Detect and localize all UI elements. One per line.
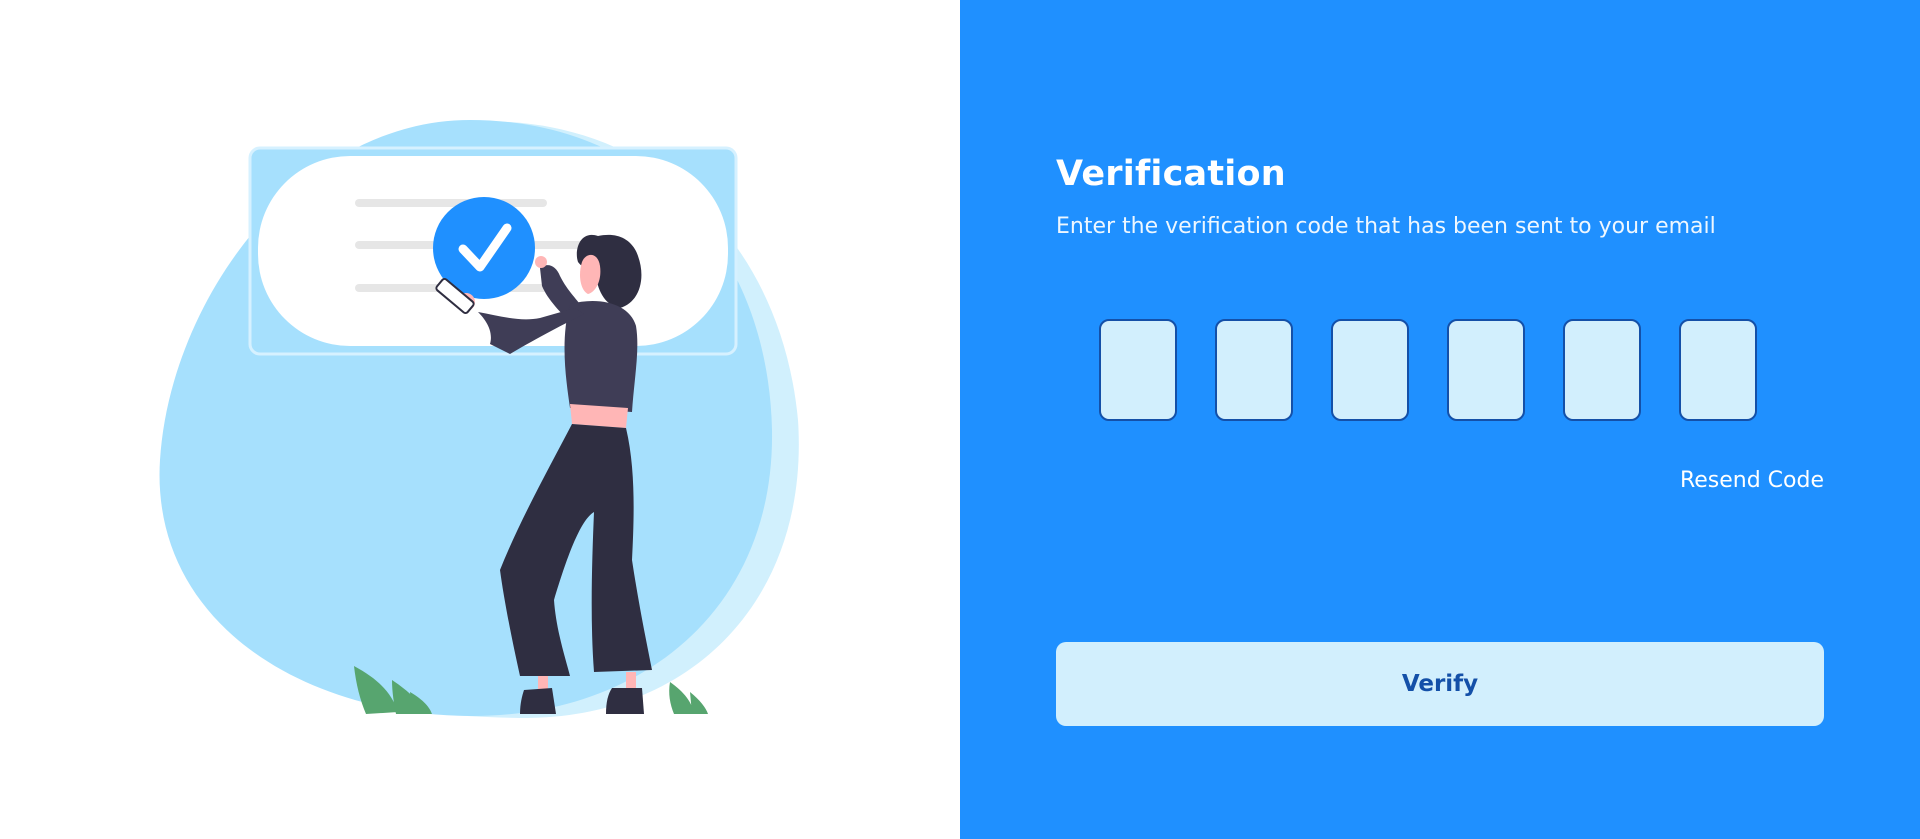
card-line-1 (355, 199, 547, 207)
code-input-group (1099, 319, 1757, 421)
plant-right-icon (669, 682, 708, 714)
code-digit-4-input[interactable] (1447, 319, 1525, 421)
code-digit-2-input[interactable] (1215, 319, 1293, 421)
code-digit-3-input[interactable] (1331, 319, 1409, 421)
page-title: Verification (1056, 154, 1286, 194)
illustration-panel (0, 0, 960, 839)
resend-code-link[interactable]: Resend Code (1680, 468, 1824, 493)
verification-illustration (159, 120, 799, 719)
verify-button[interactable]: Verify (1056, 642, 1824, 726)
code-digit-6-input[interactable] (1679, 319, 1757, 421)
code-digit-1-input[interactable] (1099, 319, 1177, 421)
code-digit-5-input[interactable] (1563, 319, 1641, 421)
verification-page: Verification Enter the verification code… (0, 0, 1920, 839)
verification-form-panel: Verification Enter the verification code… (960, 0, 1920, 839)
page-subtitle: Enter the verification code that has bee… (1056, 214, 1716, 239)
